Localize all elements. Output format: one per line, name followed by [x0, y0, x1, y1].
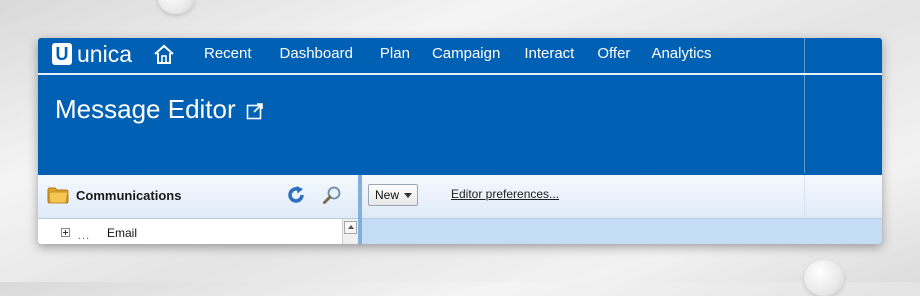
tree-item-label[interactable]: Email: [107, 226, 137, 240]
folder-icon: [47, 187, 69, 204]
nav-item-campaign[interactable]: Campaign: [432, 45, 500, 62]
nav-item-recent[interactable]: Recent: [204, 45, 252, 62]
popout-icon[interactable]: [246, 102, 264, 120]
unica-logo[interactable]: U unica: [52, 41, 132, 67]
search-icon[interactable]: [322, 185, 342, 205]
editor-preferences-link[interactable]: Editor preferences...: [451, 187, 559, 201]
communications-panel: Communications ... Email: [38, 175, 359, 244]
logo-badge: U: [52, 43, 72, 65]
main-nav: Recent Dashboard Plan Campaign Interact …: [204, 45, 711, 62]
tree-connector: ...: [78, 230, 91, 242]
new-button-label: New: [375, 188, 400, 202]
toolbar-divider: [804, 175, 805, 218]
panel-title: Communications: [76, 188, 182, 203]
expand-icon[interactable]: [61, 228, 70, 237]
background-orb: [804, 260, 844, 296]
title-row: Message Editor: [55, 94, 264, 125]
nav-item-offer[interactable]: Offer: [597, 45, 630, 62]
vertical-divider: [804, 38, 805, 173]
app-window: U unica Recent Dashboard Plan Campaign I…: [38, 38, 882, 244]
nav-item-analytics[interactable]: Analytics: [651, 45, 711, 62]
dropdown-arrow-icon: [404, 192, 413, 198]
logo-initial: U: [55, 44, 69, 64]
top-navigation-bar: U unica Recent Dashboard Plan Campaign I…: [38, 38, 882, 73]
logo-text: unica: [77, 41, 132, 67]
refresh-icon[interactable]: [286, 185, 306, 205]
tree-item[interactable]: ... Email: [38, 219, 342, 244]
communications-panel-header: Communications: [38, 175, 358, 219]
vertical-scrollbar[interactable]: [342, 219, 359, 244]
page-title: Message Editor: [55, 94, 236, 124]
nav-item-dashboard[interactable]: Dashboard: [280, 45, 353, 62]
nav-item-interact[interactable]: Interact: [524, 45, 574, 62]
nav-item-plan[interactable]: Plan: [380, 45, 410, 62]
header-separator: [38, 73, 882, 75]
background-orb: [158, 0, 194, 14]
scroll-up-icon[interactable]: [344, 221, 357, 234]
home-icon[interactable]: [152, 43, 176, 65]
new-dropdown-button[interactable]: New: [368, 184, 418, 206]
